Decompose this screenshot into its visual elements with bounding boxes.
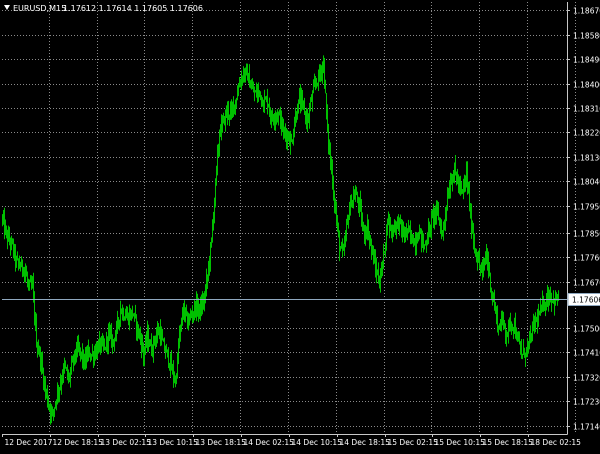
y-tick-label: 1.18580: [573, 32, 600, 41]
y-tick-label: 1.17500: [573, 325, 600, 334]
x-tick-label: 14 Dec 02:15: [244, 438, 295, 447]
x-tick-label: 14 Dec 10:15: [292, 438, 343, 447]
x-tick-label: 14 Dec 18:15: [340, 438, 391, 447]
x-tick-label: 13 Dec 10:15: [148, 438, 199, 447]
x-tick-label: 15 Dec 18:15: [483, 438, 534, 447]
y-tick-label: 1.18670: [573, 7, 600, 16]
chart-canvas[interactable]: 1.17140 1.17230 1.17320 1.17410 1.17500 1.176…: [0, 0, 600, 450]
x-tick-label: 15 Dec 10:15: [435, 438, 486, 447]
y-tick-label: 1.17950: [573, 203, 600, 212]
y-tick-label: 1.17410: [573, 349, 600, 358]
chart-background: [0, 0, 600, 450]
y-tick-label: 1.17230: [573, 398, 600, 407]
y-tick-label: 1.17140: [573, 423, 600, 432]
ohlc-values: 1.17612 1.17614 1.17605 1.17606: [63, 4, 203, 13]
current-price-label: 1.17606: [572, 296, 600, 305]
chart-header: EURUSD,M15 1.17612 1.17614 1.17605 1.176…: [4, 4, 203, 13]
y-tick-label: 1.18220: [573, 129, 600, 138]
x-tick-label: 18 Dec 02:15: [531, 438, 582, 447]
y-tick-label: 1.18040: [573, 178, 600, 187]
y-tick-label: 1.18400: [573, 81, 600, 90]
current-price-label-group: 1.17606: [567, 293, 600, 306]
x-tick-label: 15 Dec 02:15: [388, 438, 439, 447]
y-tick-label: 1.18130: [573, 154, 600, 163]
price-chart[interactable]: 1.17140 1.17230 1.17320 1.17410 1.17500 1.176…: [0, 0, 600, 450]
symbol-timeframe: EURUSD,M15: [13, 4, 66, 13]
x-tick-label: 13 Dec 02:15: [101, 438, 152, 447]
y-tick-label: 1.18490: [573, 56, 600, 65]
x-tick-label: 12 Dec 2017: [5, 438, 53, 447]
y-tick-label: 1.17320: [573, 374, 600, 383]
y-tick-label: 1.17760: [573, 254, 600, 263]
y-tick-label: 1.17670: [573, 279, 600, 288]
x-tick-label: 12 Dec 18:15: [53, 438, 104, 447]
x-tick-label: 13 Dec 18:15: [196, 438, 247, 447]
y-tick-label: 1.18310: [573, 105, 600, 114]
y-tick-label: 1.17850: [573, 230, 600, 239]
